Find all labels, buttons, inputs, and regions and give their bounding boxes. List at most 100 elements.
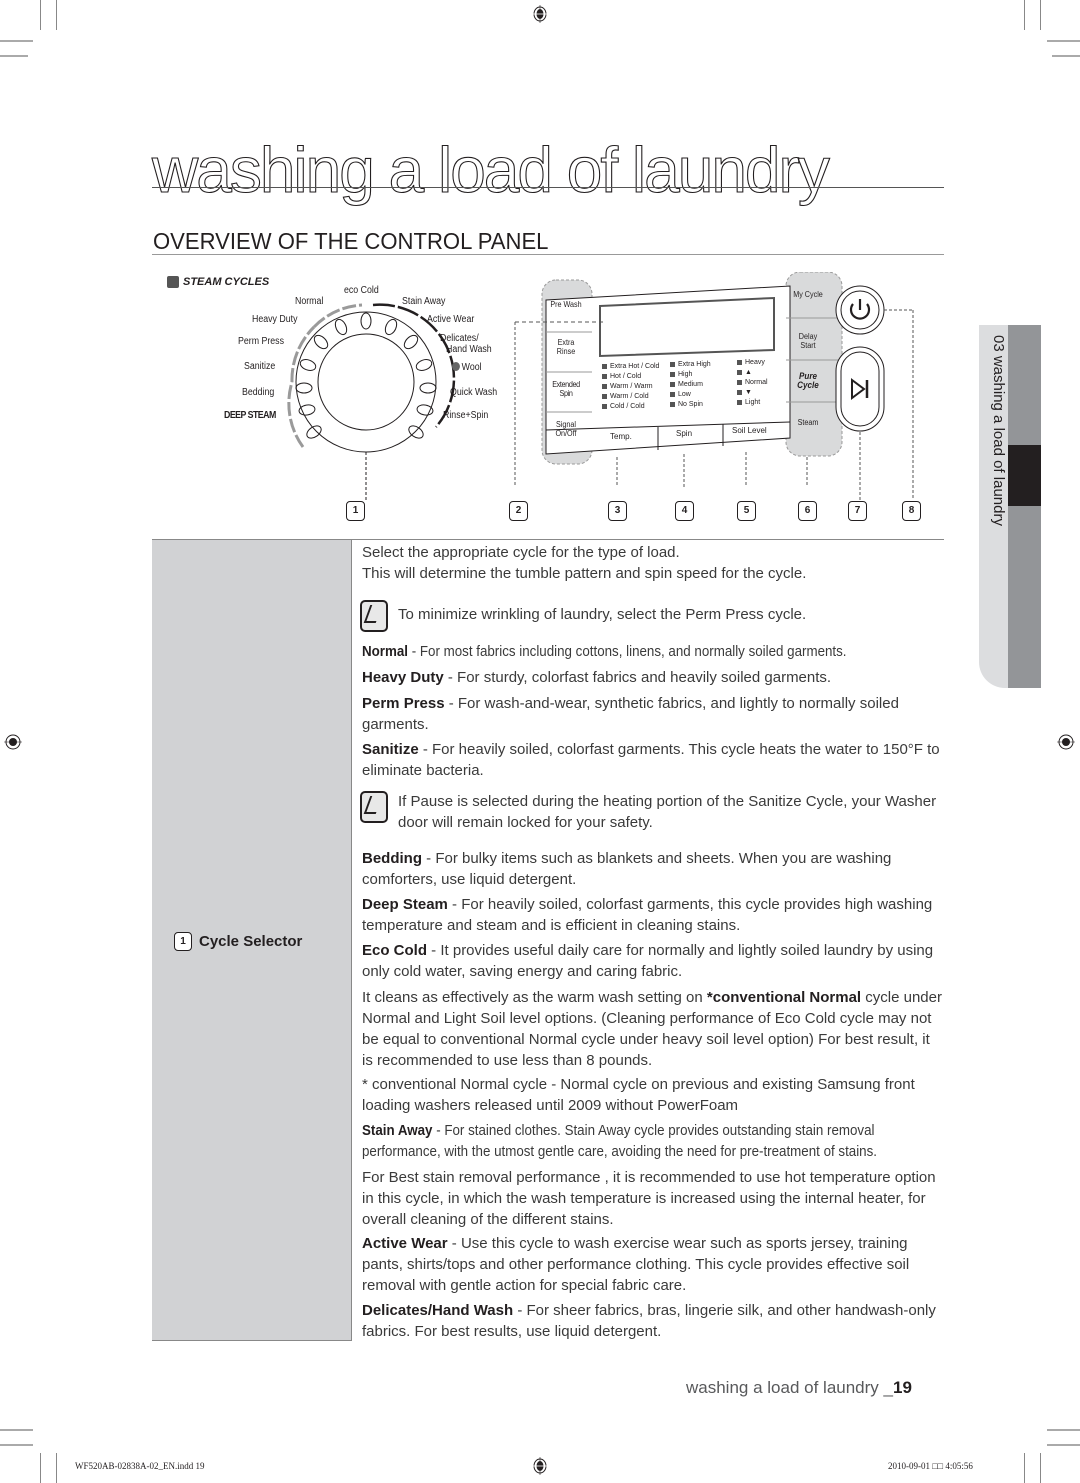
desc-sanitize: Sanitize - For heavily soiled, colorfast…	[362, 741, 940, 779]
crop-mark	[1047, 1444, 1080, 1446]
chapter-tab-marker	[1008, 445, 1041, 506]
spin-button[interactable]: Spin	[676, 429, 692, 438]
section-rule	[152, 254, 944, 255]
power-button[interactable]	[835, 285, 885, 335]
desc-active-wear: Active Wear - Use this cycle to wash exe…	[362, 1235, 910, 1294]
desc-bedding: Bedding - For bulky items such as blanke…	[362, 850, 892, 888]
extended-spin-button[interactable]: Extended Spin	[548, 380, 584, 398]
intro-line-1: Select the appropriate cycle for the typ…	[362, 544, 680, 561]
temp-options: Extra Hot / Cold Hot / Cold Warm / Warm …	[602, 362, 659, 412]
led-option: ▲	[737, 368, 768, 378]
dial-label-normal: Normal	[295, 296, 324, 307]
desc-perm-press: Perm Press - For wash-and-wear, syntheti…	[362, 695, 899, 733]
crop-mark	[56, 1453, 57, 1483]
registration-mark-icon	[532, 5, 548, 23]
crop-mark	[1047, 1429, 1080, 1431]
desc-heavy-duty: Heavy Duty - For sturdy, colorfast fabri…	[362, 669, 832, 686]
control-panel-diagram: STEAM CYCLES Normal Heavy Duty Perm Pres…	[150, 262, 950, 532]
start-pause-button[interactable]	[835, 346, 885, 432]
page-number: 19	[892, 1378, 912, 1397]
steam-cycles-header: STEAM CYCLES	[167, 276, 269, 288]
my-cycle-button[interactable]: My Cycle	[792, 290, 824, 299]
registration-mark-icon	[1057, 734, 1075, 750]
crop-mark	[1047, 40, 1080, 42]
led-option: Cold / Cold	[602, 402, 659, 412]
steam-button[interactable]: Steam	[792, 418, 824, 427]
note-icon	[360, 600, 388, 632]
dial-label-eco-cold: eco Cold	[344, 285, 379, 296]
desc-deep-steam: Deep Steam - For heavily soiled, colorfa…	[362, 896, 933, 934]
desc-eco-cold: Eco Cold - It provides useful daily care…	[362, 942, 934, 980]
callout-2: 2	[509, 501, 528, 521]
cycle-selector-label: 1 Cycle Selector	[174, 932, 302, 951]
soil-options: Heavy ▲ Normal ▼ Light	[737, 358, 768, 408]
led-option: Normal	[737, 378, 768, 388]
callout-1: 1	[346, 501, 365, 521]
dial-label-rinse-spin: Rinse+Spin	[443, 410, 489, 421]
cycle-selector-table: 1 Cycle Selector Select the appropriate …	[152, 539, 944, 1341]
callout-7: 7	[848, 501, 867, 521]
callout-4: 4	[675, 501, 694, 521]
dial-label-quick-wash: Quick Wash	[450, 387, 498, 398]
soil-level-button[interactable]: Soil Level	[732, 426, 767, 435]
crop-mark	[40, 0, 41, 30]
led-option: Medium	[670, 380, 711, 390]
dial-label-wool: Wool	[452, 362, 482, 373]
crop-mark	[0, 1444, 33, 1446]
led-option: Low	[670, 390, 711, 400]
table-label-cell: 1 Cycle Selector	[152, 540, 352, 1341]
temp-button[interactable]: Temp.	[610, 432, 632, 441]
crop-mark	[1052, 55, 1080, 57]
dial-label-sanitize: Sanitize	[244, 361, 276, 372]
led-option: Heavy	[737, 358, 768, 368]
dial-label-deep-steam: DEEP STEAM	[224, 410, 276, 421]
delay-start-button[interactable]: Delay Start	[792, 332, 824, 350]
desc-normal: Normal - For most fabrics including cott…	[362, 643, 847, 660]
led-option: ▼	[737, 388, 768, 398]
crop-mark	[40, 1453, 41, 1483]
desc-delicates: Delicates/Hand Wash - For sheer fabrics,…	[362, 1302, 936, 1340]
led-option: Light	[737, 398, 768, 408]
led-option: Hot / Cold	[602, 372, 659, 382]
slug-filename: WF520AB-02838A-02_EN.indd 19	[75, 1461, 205, 1471]
footnote-conventional: * conventional Normal cycle - Normal cyc…	[362, 1076, 915, 1114]
crop-mark	[0, 1429, 33, 1431]
dial-label-delicates: Delicates/	[440, 333, 479, 344]
dial-label-bedding: Bedding	[242, 387, 275, 398]
dial-label-active-wear: Active Wear	[427, 314, 475, 325]
note-sanitize: If Pause is selected during the heating …	[360, 791, 940, 833]
led-option: Warm / Cold	[602, 392, 659, 402]
registration-mark-icon	[4, 734, 22, 750]
dial-label-hand-wash: Hand Wash	[446, 344, 492, 355]
stain-away-details: For Best stain removal performance , it …	[362, 1169, 936, 1228]
eco-cold-details: It cleans as effectively as the warm was…	[362, 989, 942, 1069]
dial-label-heavy-duty: Heavy Duty	[252, 314, 298, 325]
section-title: OVERVIEW OF THE CONTROL PANEL	[153, 228, 549, 254]
led-option: Extra Hot / Cold	[602, 362, 659, 372]
table-bottom-rule	[152, 1340, 352, 1341]
crop-mark	[1024, 1453, 1025, 1483]
desc-stain-away: Stain Away - For stained clothes. Stain …	[362, 1122, 878, 1160]
callout-6: 6	[798, 501, 817, 521]
crop-mark	[56, 0, 57, 30]
page-title: washing a load of laundry	[151, 133, 830, 206]
chapter-tab-bar	[1008, 325, 1041, 688]
signal-on-off-button[interactable]: Signal On/Off	[550, 420, 582, 438]
dial-label-perm-press: Perm Press	[238, 336, 284, 347]
dial-label-stain-away: Stain Away	[402, 296, 446, 307]
extra-rinse-button[interactable]: Extra Rinse	[550, 338, 582, 356]
led-option: Extra High	[670, 360, 711, 370]
chapter-tab-label: 03 washing a load of laundry	[990, 335, 1007, 526]
crop-mark	[1024, 0, 1025, 30]
callout-3: 3	[608, 501, 627, 521]
note-perm-press: To minimize wrinkling of laundry, select…	[360, 600, 940, 632]
pre-wash-button[interactable]: Pre Wash	[550, 300, 582, 309]
crop-mark	[1040, 0, 1041, 30]
power-start-buttons	[835, 285, 914, 500]
note-icon	[360, 791, 388, 823]
pure-cycle-button[interactable]: Pure Cycle	[790, 372, 826, 390]
registration-mark-icon	[532, 1457, 548, 1475]
led-option: High	[670, 370, 711, 380]
slug-timestamp: 2010-09-01 □□ 4:05:56	[888, 1461, 973, 1471]
page-footer: washing a load of laundry _19	[686, 1378, 912, 1397]
